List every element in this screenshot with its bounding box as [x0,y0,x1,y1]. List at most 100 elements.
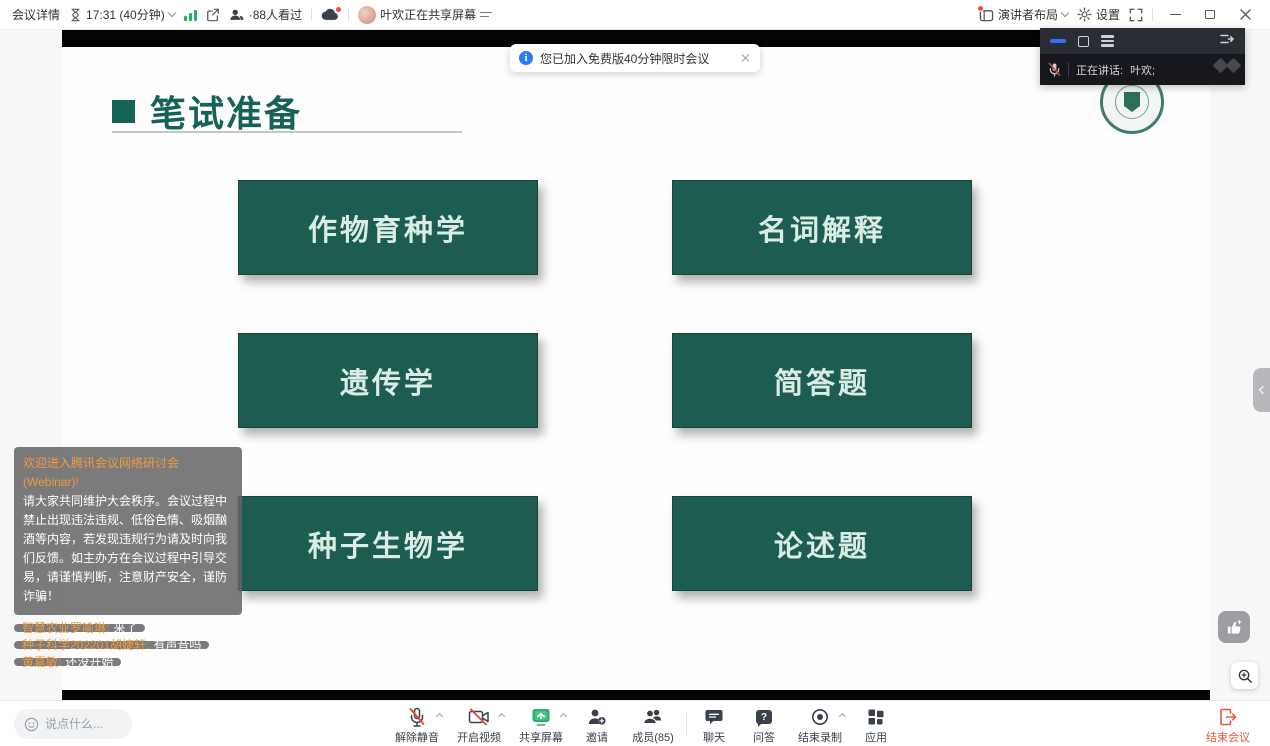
speaking-label: 正在讲话: [1076,62,1123,78]
chat-icon [704,708,724,726]
topic-box: 种子生物学 [238,496,538,591]
sharer-status[interactable]: 叶欢正在共享屏幕 [358,6,492,24]
welcome-title: 欢迎进入腾讯会议网络研讨会(Webinar)! [23,454,233,492]
floating-video-panel: 正在讲话: 叶欢; [1040,28,1245,85]
meeting-details-button[interactable]: 会议详情 [12,6,60,23]
share-options-icon[interactable] [480,12,492,18]
hourglass-icon [69,8,82,22]
divider [1152,8,1153,21]
minimize-button[interactable] [1162,5,1188,25]
chevron-up-icon[interactable] [436,713,443,720]
webinar-welcome-bubble: 欢迎进入腾讯会议网络研讨会(Webinar)! 请大家共同维护大会秩序。会议过程… [14,447,242,615]
share-screen-icon [531,707,551,727]
settings-label: 设置 [1096,6,1120,23]
cloud-record-indicator[interactable] [321,8,339,21]
chat-message: 种子科学202201胡婕轩:有声音吗 [14,641,209,649]
slide-title: 笔试准备 [112,85,302,137]
info-icon: i [519,51,533,65]
divider [686,712,687,736]
fullscreen-button[interactable] [1129,8,1143,22]
chat-sender-name: 黄嘉敏: [22,655,61,669]
invite-button[interactable]: 邀请 [572,704,622,745]
layout-badge-dot [977,5,984,12]
viewers-text: ·88人看过 [249,6,302,23]
chat-message-text: 有声音吗 [153,638,201,652]
collapse-panel-icon[interactable] [1219,32,1235,51]
close-button[interactable] [1232,5,1258,25]
side-panel-expand-handle[interactable] [1253,368,1270,412]
layout-switch-button[interactable]: 演讲者布局 [979,6,1068,23]
start-video-button[interactable]: 开启视频 [448,704,510,745]
magnifier-plus-icon [1237,668,1253,684]
reactions-button[interactable] [1218,611,1250,643]
mic-muted-icon [1048,62,1061,77]
notification-text: 您已加入免费版40分钟限时会议 [540,50,709,67]
view-mode-list-icon[interactable] [1101,35,1114,47]
fullscreen-icon [1129,8,1143,22]
unmute-button[interactable]: 解除静音 [386,704,448,745]
notification-close-icon[interactable] [741,53,751,63]
view-mode-bar-icon[interactable] [1050,39,1066,43]
chevron-up-icon[interactable] [560,713,567,720]
viewers-count[interactable]: ·88人看过 [229,6,302,23]
members-button[interactable]: 成员(85) [622,704,684,745]
leave-meeting-icon [1218,707,1238,727]
view-mode-window-icon[interactable] [1078,36,1089,47]
maximize-button[interactable] [1197,5,1223,25]
qa-button[interactable]: ? 问答 [739,704,789,745]
open-external-button[interactable] [206,8,220,22]
viewers-icon [229,8,245,22]
thumbs-up-icon [1225,618,1244,637]
slide-title-text: 笔试准备 [150,85,302,137]
chevron-up-icon[interactable] [498,713,505,720]
topic-box: 简答题 [672,333,972,428]
chat-button[interactable]: 聊天 [689,704,739,745]
quick-chat-field[interactable] [14,709,132,739]
video-watermark-logo [1215,60,1239,71]
members-icon [642,707,664,727]
toolbar-items: 解除静音 开启视频 [386,704,901,745]
recording-red-dot [335,6,342,13]
stop-recording-button[interactable]: 结束录制 [789,704,851,745]
bottom-toolbar: 解除静音 开启视频 [0,700,1270,746]
apps-button[interactable]: 应用 [851,704,901,745]
camera-off-icon [468,708,490,726]
topic-box: 名词解释 [672,180,972,275]
active-speaker-strip[interactable]: 正在讲话: 叶欢; [1040,54,1245,85]
gear-icon [1077,7,1092,22]
free-plan-notification: i 您已加入免费版40分钟限时会议 [510,44,760,72]
zoom-in-button[interactable] [1231,662,1258,689]
title-underline [112,131,462,133]
chat-message: 智慧农业罗喻琳:来了 [14,624,145,632]
chat-input[interactable] [45,717,121,731]
topic-box: 论述题 [672,496,972,591]
qa-icon: ? [756,710,772,724]
layout-label: 演讲者布局 [998,6,1058,23]
network-signal-icon[interactable] [184,9,197,21]
apps-icon [867,708,885,726]
divider [1068,62,1069,77]
end-meeting-button[interactable]: 结束会议 [1196,704,1260,745]
share-screen-button[interactable]: 共享屏幕 [510,704,572,745]
chat-message-text: 还没开始 [65,655,113,669]
chat-message: 黄嘉敏: 还没开始 [14,658,121,666]
topic-box: 作物育种学 [238,180,538,275]
meeting-timer[interactable]: 17:31 (40分钟) [69,6,175,23]
letterbox-bottom [62,690,1210,700]
settings-button[interactable]: 设置 [1077,6,1120,23]
speaker-name: 叶欢; [1130,62,1155,78]
tencent-meeting-window: 会议详情 17:31 (40分钟) [0,0,1270,746]
stop-record-icon [810,707,830,727]
sharer-avatar [358,6,376,24]
close-icon [1240,9,1251,20]
chevron-left-icon [1258,386,1266,394]
timer-text: 17:31 (40分钟) [86,6,165,23]
video-panel-toolbar [1040,28,1245,54]
external-link-icon [206,8,220,22]
chevron-up-icon[interactable] [839,713,846,720]
topic-box: 遗传学 [238,333,538,428]
invite-icon [587,707,607,727]
title-bullet-square [112,100,135,123]
sharer-status-text: 叶欢正在共享屏幕 [380,6,476,23]
chevron-down-icon [167,9,175,17]
